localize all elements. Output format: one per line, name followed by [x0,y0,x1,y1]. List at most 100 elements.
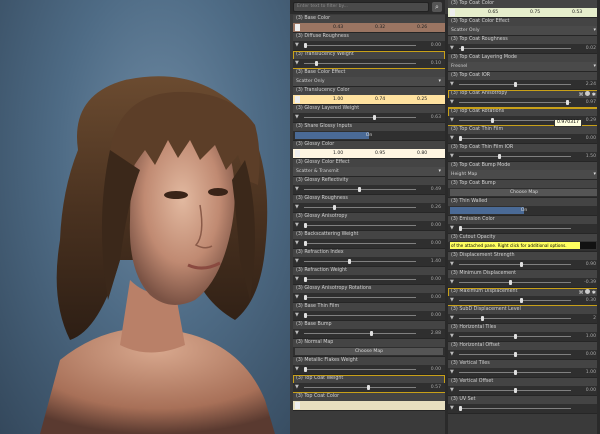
slider-knob[interactable] [370,331,373,336]
dropdown-arrow-icon[interactable]: ▼ [295,330,301,337]
slider-value[interactable]: 0.00 [431,222,441,229]
slider-value[interactable]: 0.63 [431,114,441,121]
color-swatch[interactable] [293,401,445,410]
slider-value[interactable]: 0.49 [431,186,441,193]
property-horizontal-tiles[interactable]: (3) Horizontal Tiles ▼ 1.00 [448,324,600,342]
property-top-coat-thin-film[interactable]: (3) Top Coat Thin Film ▼ 0.00 [448,126,600,144]
slider-knob[interactable] [332,205,336,210]
dropdown-arrow-icon[interactable]: ▼ [295,60,301,67]
slider-track[interactable] [459,318,571,319]
slider-value[interactable]: 1.00 [586,333,596,340]
dropdown-arrow-icon[interactable]: ▼ [450,225,456,232]
property-horizontal-offset[interactable]: (3) Horizontal Offset ▼ 0.00 [448,342,600,360]
slider-knob[interactable] [357,187,361,192]
slider-knob[interactable] [348,259,351,264]
property-options-icons[interactable]: ⌘ ✱ [579,91,596,98]
slider-knob[interactable] [459,406,462,411]
slider-value[interactable]: 0.00 [586,387,596,394]
dropdown-arrow-icon[interactable]: ▼ [450,135,456,142]
dropdown-arrow-icon[interactable]: ▼ [295,384,301,391]
property-refraction-weight[interactable]: (3) Refraction Weight ▼ 0.00 [293,267,445,285]
property-share-glossy-inputs[interactable]: (3) Share Glossy Inputs On [293,123,445,141]
slider-value[interactable]: 0.30 [586,297,596,304]
property-top-coat-color-effect[interactable]: (3) Top Coat Color Effect Scatter Only ▾ [448,18,600,36]
slider-knob[interactable] [461,46,465,51]
dropdown-arrow-icon[interactable]: ▼ [295,42,301,49]
dropdown-arrow-icon[interactable]: ▼ [450,45,456,52]
slider-knob[interactable] [304,223,307,228]
property-diffuse-roughness[interactable]: (3) Diffuse Roughness ▼ 0.00 [293,33,445,51]
slider-track[interactable] [304,261,416,262]
color-picker-icon[interactable] [450,9,455,16]
slider-track[interactable] [459,138,571,139]
color-swatch[interactable]: 0.65 0.75 0.53 [448,8,600,17]
dropdown-arrow-icon[interactable]: ▼ [450,297,456,304]
dropdown-arrow-icon[interactable]: ▼ [450,369,456,376]
property-top-coat-roughness[interactable]: (3) Top Coat Roughness ▼ 0.02 [448,36,600,54]
choose-map-button[interactable]: Choose Map [448,188,600,197]
slider-value[interactable]: 1.00 [586,369,596,376]
dropdown-arrow-icon[interactable]: ▼ [295,114,301,121]
slider-knob[interactable] [490,118,494,123]
property-uv-set[interactable]: (3) UV Set ▼ [448,396,600,414]
slider-value[interactable]: 0.97 [586,99,596,106]
slider-value[interactable]: 0.00 [431,366,441,373]
slider-track[interactable] [459,264,571,265]
slider-knob[interactable] [514,352,517,357]
slider-track[interactable] [304,387,416,388]
slider-track[interactable] [304,45,416,46]
property-glossy-roughness[interactable]: (3) Glossy Roughness ▼ 0.26 [293,195,445,213]
property-emission-color[interactable]: (3) Emission Color ▼ [448,216,600,234]
color-picker-icon[interactable] [295,96,300,103]
slider-track[interactable] [459,408,571,409]
dropdown-arrow-icon[interactable]: ▼ [295,294,301,301]
dropdown-arrow-icon[interactable]: ▼ [450,153,456,160]
property-glossy-color[interactable]: (3) Glossy Color 1.00 0.95 0.80 [293,141,445,159]
dropdown-arrow-icon[interactable]: ▼ [450,351,456,358]
slider-track[interactable] [459,102,571,103]
select-dropdown[interactable]: Scatter & Transmit ▾ [293,167,445,176]
slider-knob[interactable] [514,370,517,375]
property-top-coat-layering-mode[interactable]: (3) Top Coat Layering Mode Fresnel ▾ [448,54,600,72]
property-base-color-effect[interactable]: (3) Base Color Effect Scatter Only ▾ [293,69,445,87]
property-vertical-tiles[interactable]: (3) Vertical Tiles ▼ 1.00 [448,360,600,378]
slider-value[interactable]: 0.00 [586,351,596,358]
slider-track[interactable] [304,333,416,334]
property-base-bump[interactable]: (3) Base Bump ▼ 2.88 [293,321,445,339]
property-glossy-reflectivity[interactable]: (3) Glossy Reflectivity ▼ 0.49 [293,177,445,195]
property-backscattering-weight[interactable]: (3) Backscattering Weight ▼ 0.00 [293,231,445,249]
slider-track[interactable] [304,279,416,280]
slider-value[interactable]: 1.40 [431,258,441,265]
property-subd-displacement-level[interactable]: (3) SubD Displacement Level ▼ 2 [448,306,600,324]
slider-value[interactable]: 0.02 [586,45,596,52]
dropdown-arrow-icon[interactable]: ▼ [450,387,456,394]
dropdown-arrow-icon[interactable]: ▼ [450,405,456,412]
select-dropdown[interactable]: Fresnel ▾ [448,62,600,71]
property-metallic-flakes-weight[interactable]: (3) Metallic Flakes Weight ▼ 0.00 [293,357,445,375]
property-top-coat-ior[interactable]: (3) Top Coat IOR ▼ 2.24 [448,72,600,90]
slider-track[interactable] [304,207,416,208]
slider-knob[interactable] [565,100,569,105]
slider-track[interactable] [304,369,416,370]
slider-value[interactable]: 0.00 [586,135,596,142]
property-top-coat-thin-film-ior[interactable]: (3) Top Coat Thin Film IOR ▼ 1.50 [448,144,600,162]
slider-value[interactable]: 0.00 [431,42,441,49]
dropdown-arrow-icon[interactable]: ▼ [450,261,456,268]
slider-value[interactable]: 0.00 [431,294,441,301]
slider-knob[interactable] [304,313,307,318]
slider-knob[interactable] [459,226,462,231]
slider-knob[interactable] [304,241,307,246]
dropdown-arrow-icon[interactable]: ▼ [450,315,456,322]
slider-value[interactable]: 0.26 [431,204,441,211]
property-maximum-displacement[interactable]: (3) Maximum Displacement ⌘ ✱ ▼ 0.30 [448,288,600,306]
slider-knob[interactable] [373,115,377,120]
property-displacement-strength[interactable]: (3) Displacement Strength ▼ 0.90 [448,252,600,270]
property-thin-walled[interactable]: (3) Thin Walled On [448,198,600,216]
slider-value[interactable]: 1.50 [586,153,596,160]
slider-knob[interactable] [366,385,370,390]
slider-knob[interactable] [519,298,523,303]
dropdown-arrow-icon[interactable]: ▼ [450,81,456,88]
slider-knob[interactable] [304,43,307,48]
pie-icon[interactable] [585,289,591,294]
slider-knob[interactable] [304,367,307,372]
